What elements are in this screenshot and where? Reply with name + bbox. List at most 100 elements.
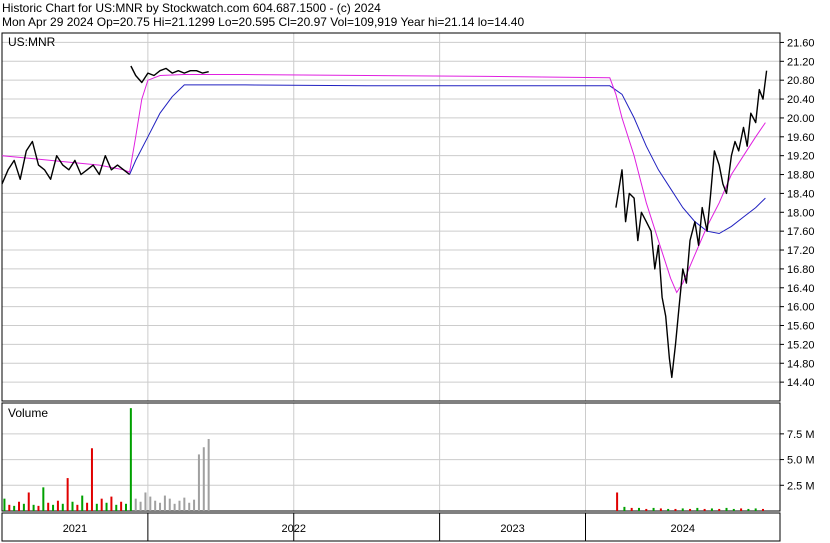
price-tick-label: 15.60 [787,321,815,333]
volume-bar [667,508,670,511]
volume-bar [22,503,25,511]
price-tick-label: 18.80 [787,170,815,182]
volume-bar [747,508,750,511]
volume-bar [13,505,16,511]
price-panel-frame [1,32,781,402]
volume-bar [674,508,677,511]
symbol-label: US:MNR [8,35,56,49]
year-label: 2024 [671,523,695,535]
volume-bar [740,508,743,511]
volume-bar [42,487,45,511]
price-tick-label: 20.40 [787,94,815,106]
volume-bar [95,503,98,511]
volume-bar [689,508,692,511]
volume-bar [149,496,152,511]
price-tick-label: 18.40 [787,188,815,200]
price-tick-label: 14.40 [787,377,815,389]
volume-bar [710,508,713,511]
volume-bar [630,507,633,511]
volume-bar [134,498,137,511]
price-tick-label: 21.60 [787,37,815,49]
volume-bar [168,498,171,511]
price-grid [2,41,780,383]
volume-bar [725,507,728,511]
price-tick-label: 14.80 [787,358,815,370]
volume-bar [66,478,69,511]
volume-tick-label: 7.5 M [787,429,815,441]
volume-axis: 7.5 M 5.0 M 2.5 M [780,429,815,492]
volume-bar [178,500,181,511]
volume-bar [202,447,205,511]
price-tick-label: 19.60 [787,132,815,144]
volume-bar [754,508,757,511]
volume-bar [637,507,640,511]
volume-bar [76,504,79,511]
volume-bar [173,503,176,511]
price-tick-label: 15.20 [787,339,815,351]
date-axis-frame [1,512,781,542]
volume-bar [27,492,30,511]
volume-bar [18,501,21,511]
volume-bar [8,504,11,511]
volume-bar [90,448,93,511]
volume-bar [188,502,191,511]
ma-fast-line [1,74,766,294]
volume-bar [100,498,103,511]
volume-bar [37,505,40,511]
volume-bar [703,508,706,511]
volume-panel-frame [1,402,781,512]
year-label: 2022 [282,523,306,535]
volume-bar [3,498,6,511]
volume-bar [154,500,157,511]
year-label: 2021 [63,523,87,535]
volume-tick-label: 2.5 M [787,480,815,492]
price-axis: 21.60 21.20 20.80 20.40 20.00 19.60 19.20 18.80… [780,37,815,389]
volume-bar [105,502,108,511]
volume-bar [71,501,74,511]
volume-bar [159,502,162,511]
volume-bar [110,496,113,511]
volume-bar [193,499,196,511]
volume-tick-label: 5.0 M [787,455,815,467]
volume-bar [183,497,186,511]
volume-bar [144,492,147,511]
price-line [615,70,768,379]
volume-bar [616,492,619,511]
volume-bar [129,408,132,511]
volume-bar [207,439,210,511]
price-tick-label: 19.20 [787,151,815,163]
volume-bar [163,495,166,511]
volume-bar [652,507,655,511]
price-tick-label: 20.80 [787,75,815,87]
price-tick-label: 18.00 [787,207,815,219]
year-label: 2023 [500,523,524,535]
price-tick-label: 16.40 [787,283,815,295]
volume-bar [197,454,200,511]
volume-grid [2,433,780,486]
volume-bar [81,495,84,511]
volume-bar [47,502,50,511]
volume-bar [696,507,699,511]
price-tick-label: 16.00 [787,302,815,314]
volume-bar [732,508,735,511]
volume-bar [645,508,648,511]
volume-bar [761,508,764,511]
price-lines [1,65,768,379]
ma-slow-line [129,84,766,235]
price-tick-label: 16.80 [787,264,815,276]
stock-chart: 21.60 21.20 20.80 20.40 20.00 19.60 19.20 18.80… [1,32,815,542]
volume-bar [52,504,55,511]
volume-bar [61,503,64,511]
price-tick-label: 17.60 [787,226,815,238]
volume-bar [139,501,142,511]
volume-bar [124,503,127,511]
volume-bar [623,506,626,511]
volume-panel-label: Volume [8,406,48,420]
volume-bar [659,508,662,511]
price-tick-label: 17.20 [787,245,815,257]
volume-bar [718,508,721,511]
volume-bar [32,504,35,511]
volume-bar [115,504,118,511]
volume-bar [56,500,59,511]
price-x-grid [147,33,586,541]
